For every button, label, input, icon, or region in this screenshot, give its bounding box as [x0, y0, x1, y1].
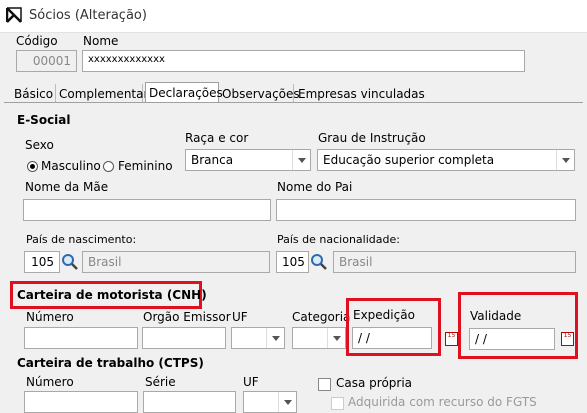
- pais-nascimento-name: Brasil: [82, 251, 270, 273]
- ctps-serie-label: Série: [145, 375, 176, 389]
- pais-nacionalidade-label: País de nacionalidade:: [277, 233, 400, 246]
- pais-nacionalidade-code[interactable]: 105: [276, 251, 309, 273]
- codigo-label: Código: [16, 34, 58, 48]
- nome-field[interactable]: xxxxxxxxxxxxx: [82, 50, 525, 72]
- calendar-icon[interactable]: 15: [445, 332, 458, 346]
- validade-label: Validade: [470, 309, 522, 323]
- raca-label: Raça e cor: [185, 131, 249, 145]
- nome-pai-field[interactable]: [276, 199, 576, 221]
- fgts-checkbox[interactable]: [331, 397, 344, 410]
- sexo-masculino-label: Masculino: [41, 159, 101, 173]
- window-title: Sócios (Alteração): [29, 8, 147, 23]
- chevron-down-icon[interactable]: [278, 392, 296, 412]
- search-icon[interactable]: [309, 252, 329, 272]
- cnh-numero-label: Número: [26, 310, 74, 324]
- cnh-categoria-label: Categoria: [292, 310, 351, 324]
- ctps-section-title: Carteira de trabalho (CTPS): [17, 356, 204, 370]
- cnh-uf-select[interactable]: [231, 327, 285, 349]
- window-titlebar: Sócios (Alteração): [0, 0, 587, 33]
- validade-date-field[interactable]: / /: [469, 328, 555, 350]
- codigo-field[interactable]: 00001: [16, 50, 77, 72]
- cnh-numero-field[interactable]: [24, 327, 138, 349]
- pais-nascimento-label: País de nascimento:: [26, 233, 137, 246]
- casa-propria-label: Casa própria: [336, 376, 413, 390]
- cnh-section-title: Carteira de motorista (CNH): [17, 288, 207, 302]
- nome-label: Nome: [83, 34, 119, 48]
- app-logo-icon: [6, 7, 22, 23]
- calendar-icon[interactable]: 15: [561, 332, 574, 346]
- tab-empresas-vinculadas[interactable]: Empresas vinculadas: [298, 84, 425, 102]
- tab-basico[interactable]: Básico: [14, 84, 56, 102]
- cnh-orgao-label: Orgão Emissor: [143, 310, 231, 324]
- raca-select[interactable]: Branca: [185, 149, 311, 171]
- ctps-numero-field[interactable]: [24, 391, 138, 413]
- pais-nascimento-code[interactable]: 105: [24, 251, 60, 273]
- nome-mae-label: Nome da Mãe: [25, 180, 109, 194]
- esocial-section-title: E-Social: [17, 113, 71, 127]
- ctps-uf-select[interactable]: [243, 391, 297, 413]
- ctps-numero-label: Número: [26, 375, 74, 389]
- cnh-uf-label: UF: [232, 310, 248, 324]
- ctps-uf-label: UF: [243, 375, 259, 389]
- tab-declaracoes[interactable]: Declarações: [145, 82, 223, 103]
- sexo-label: Sexo: [25, 138, 54, 152]
- cnh-categoria-select[interactable]: [292, 327, 346, 349]
- expedicao-label: Expedição: [353, 308, 415, 322]
- chevron-down-icon[interactable]: [266, 328, 284, 348]
- nome-mae-field[interactable]: [23, 199, 271, 221]
- ctps-serie-field[interactable]: [143, 391, 236, 413]
- tab-observacoes[interactable]: Observações: [222, 84, 300, 102]
- chevron-down-icon[interactable]: [327, 328, 345, 348]
- nome-pai-label: Nome do Pai: [277, 180, 353, 194]
- chevron-down-icon[interactable]: [292, 150, 310, 170]
- cnh-orgao-field[interactable]: [142, 327, 226, 349]
- sexo-feminino-label: Feminino: [118, 159, 173, 173]
- tab-complementar[interactable]: Complementar: [59, 84, 148, 102]
- fgts-label: Adquirida com recurso do FGTS: [348, 395, 537, 409]
- pais-nacionalidade-name: Brasil: [333, 251, 576, 273]
- sexo-feminino-radio[interactable]: [103, 161, 114, 172]
- chevron-down-icon[interactable]: [556, 150, 574, 170]
- grau-select[interactable]: Educação superior completa: [317, 149, 575, 171]
- search-icon[interactable]: [60, 252, 80, 272]
- sexo-masculino-radio[interactable]: [27, 161, 38, 172]
- expedicao-date-field[interactable]: / /: [352, 327, 432, 349]
- grau-label: Grau de Instrução: [318, 131, 426, 145]
- tab-divider: [4, 102, 583, 103]
- casa-propria-checkbox[interactable]: [318, 378, 331, 391]
